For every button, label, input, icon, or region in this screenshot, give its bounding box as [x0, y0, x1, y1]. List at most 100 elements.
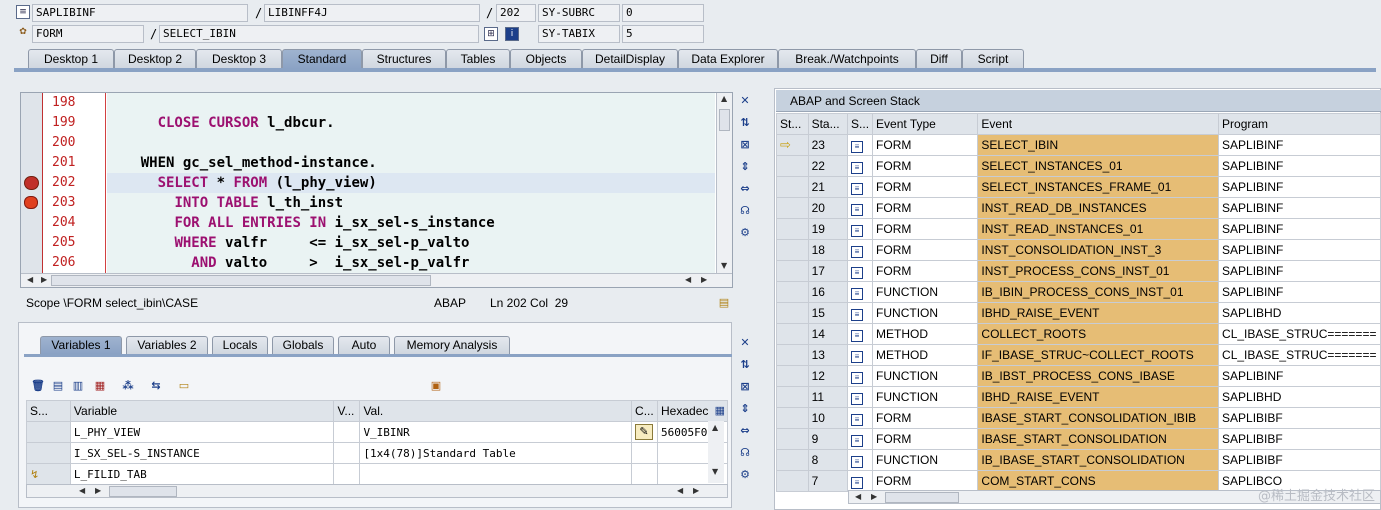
- current-marker-cell[interactable]: [776, 218, 809, 240]
- event-name[interactable]: INST_READ_DB_INSTANCES: [977, 197, 1220, 219]
- current-marker-cell[interactable]: [776, 365, 809, 387]
- source-editor[interactable]: 198 199 200 201 202 203 204 205 206 CLOS…: [20, 92, 733, 288]
- list-add-icon[interactable]: ▥: [70, 379, 86, 393]
- current-marker-cell[interactable]: [776, 407, 809, 429]
- current-marker-cell[interactable]: ⇨: [776, 134, 809, 156]
- tab-objects[interactable]: Objects: [510, 49, 582, 69]
- expand-vertical-icon[interactable]: ⇕: [737, 402, 753, 416]
- save-icon[interactable]: ▣: [428, 379, 444, 393]
- settings-icon[interactable]: ⚙: [737, 468, 753, 482]
- delete-icon[interactable]: 🗑: [30, 379, 46, 393]
- tab-data-explorer[interactable]: Data Explorer: [678, 49, 778, 69]
- info-icon[interactable]: i: [505, 27, 519, 41]
- col-header-event[interactable]: Event: [977, 113, 1220, 135]
- tab-script[interactable]: Script: [962, 49, 1024, 69]
- maximize-icon[interactable]: ⊠: [737, 380, 753, 394]
- stack-row[interactable]: 11 ≡ FUNCTION IBHD_RAISE_EVENT SAPLIBHD: [776, 386, 1381, 408]
- col-header-st[interactable]: St...: [776, 113, 809, 135]
- stack-row[interactable]: 21 ≡ FORM SELECT_INSTANCES_FRAME_01 SAPLIBIN…: [776, 176, 1381, 198]
- stack-row[interactable]: 17 ≡ FORM INST_PROCESS_CONS_INST_01 SAPLIBIN…: [776, 260, 1381, 282]
- maximize-icon[interactable]: ⊠: [737, 138, 753, 152]
- close-icon[interactable]: ✕: [737, 336, 753, 350]
- col-header-event-type[interactable]: Event Type: [872, 113, 979, 135]
- event-name[interactable]: IF_IBASE_STRUC~COLLECT_ROOTS: [977, 344, 1220, 366]
- display-icon[interactable]: ⊞: [484, 27, 498, 41]
- tab-auto[interactable]: Auto: [338, 336, 390, 354]
- current-marker-cell[interactable]: [776, 176, 809, 198]
- col-header-stack-level[interactable]: Sta...: [807, 113, 849, 135]
- tab-diff[interactable]: Diff: [916, 49, 962, 69]
- stack-row[interactable]: 22 ≡ FORM SELECT_INSTANCES_01 SAPLIBINF: [776, 155, 1381, 177]
- editor-horizontal-scrollbar[interactable]: ◀ ▶ ◀ ▶: [21, 273, 732, 287]
- list-icon[interactable]: ▤: [50, 379, 66, 393]
- tab-standard[interactable]: Standard: [282, 49, 362, 69]
- event-name[interactable]: COLLECT_ROOTS: [977, 323, 1220, 345]
- col-header-c[interactable]: C...: [631, 400, 659, 422]
- tab-tables[interactable]: Tables: [446, 49, 510, 69]
- col-header-status[interactable]: S...: [26, 400, 71, 422]
- stack-row[interactable]: 14 ≡ METHOD COLLECT_ROOTS CL_IBASE_STRUC====…: [776, 323, 1381, 345]
- stack-row[interactable]: 10 ≡ FORM IBASE_START_CONSOLIDATION_IBIB SAP…: [776, 407, 1381, 429]
- tool-icon[interactable]: ⇅: [737, 116, 753, 130]
- settings-icon[interactable]: ⚙: [737, 226, 753, 240]
- headset-icon[interactable]: ☊: [737, 446, 753, 460]
- tab-desktop-3[interactable]: Desktop 3: [196, 49, 282, 69]
- stack-row[interactable]: 19 ≡ FORM INST_READ_INSTANCES_01 SAPLIBINF: [776, 218, 1381, 240]
- tab-variables-1[interactable]: Variables 1: [40, 336, 122, 354]
- code-area[interactable]: CLOSE CURSOR l_dbcur. WHEN gc_sel_method…: [107, 93, 715, 275]
- variable-value[interactable]: V_IBINR: [359, 421, 633, 443]
- expand-vertical-icon[interactable]: ⇕: [737, 160, 753, 174]
- note-icon[interactable]: ▤: [716, 296, 732, 310]
- col-header-program[interactable]: Program: [1218, 113, 1381, 135]
- headset-icon[interactable]: ☊: [737, 204, 753, 218]
- stack-row[interactable]: ⇨ 23 ≡ FORM SELECT_IBIN SAPLIBINF: [776, 134, 1381, 156]
- stack-row[interactable]: 9 ≡ FORM IBASE_START_CONSOLIDATION SAPLIBIBF: [776, 428, 1381, 450]
- stack-row[interactable]: 13 ≡ METHOD IF_IBASE_STRUC~COLLECT_ROOTS CL_…: [776, 344, 1381, 366]
- col-header-v[interactable]: V...: [333, 400, 361, 422]
- breakpoint-gutter[interactable]: [21, 93, 43, 275]
- variable-name[interactable]: L_FILID_TAB: [69, 463, 335, 485]
- tab-memory-analysis[interactable]: Memory Analysis: [394, 336, 510, 354]
- variable-name[interactable]: I_SX_SEL-S_INSTANCE: [69, 442, 335, 464]
- col-header-hex[interactable]: Hexadec ▦: [657, 400, 728, 422]
- editor-vertical-scrollbar[interactable]: ▲ ▼: [716, 93, 732, 275]
- table-row[interactable]: ↯ L_FILID_TAB: [26, 463, 728, 485]
- row-status-cell[interactable]: [26, 442, 71, 464]
- variable-value[interactable]: [359, 463, 633, 485]
- variables-horizontal-scrollbar[interactable]: ◀ ▶ ◀ ▶: [26, 484, 728, 498]
- pencil-icon[interactable]: ✎: [635, 424, 654, 440]
- tab-desktop-1[interactable]: Desktop 1: [28, 49, 114, 69]
- list-remove-icon[interactable]: ▦: [92, 379, 108, 393]
- tab-detail-display[interactable]: DetailDisplay: [582, 49, 678, 69]
- close-icon[interactable]: ✕: [737, 94, 753, 108]
- event-name[interactable]: IB_IBST_PROCESS_CONS_IBASE: [977, 365, 1220, 387]
- variable-name[interactable]: L_PHY_VIEW: [69, 421, 335, 443]
- event-name[interactable]: SELECT_INSTANCES_FRAME_01: [977, 176, 1220, 198]
- folder-icon[interactable]: ▭: [176, 379, 192, 393]
- stack-row[interactable]: 8 ≡ FUNCTION IB_IBASE_START_CONSOLIDATION SA…: [776, 449, 1381, 471]
- stack-row[interactable]: 12 ≡ FUNCTION IB_IBST_PROCESS_CONS_IBASE SAP…: [776, 365, 1381, 387]
- tab-break-watchpoints[interactable]: Break./Watchpoints: [778, 49, 916, 69]
- tab-globals[interactable]: Globals: [272, 336, 334, 354]
- table-row[interactable]: L_PHY_VIEW V_IBINR ✎ 56005F0: [26, 421, 728, 443]
- col-header-s[interactable]: S...: [847, 113, 874, 135]
- edit-cell[interactable]: ✎: [631, 421, 659, 443]
- move-icon[interactable]: ⇆: [148, 379, 164, 393]
- tab-variables-2[interactable]: Variables 2: [126, 336, 208, 354]
- event-name[interactable]: IBASE_START_CONSOLIDATION: [977, 428, 1220, 450]
- current-marker-cell[interactable]: [776, 470, 809, 492]
- stack-row[interactable]: 15 ≡ FUNCTION IBHD_RAISE_EVENT SAPLIBHD: [776, 302, 1381, 324]
- event-name[interactable]: INST_READ_INSTANCES_01: [977, 218, 1220, 240]
- tab-structures[interactable]: Structures: [362, 49, 446, 69]
- variables-vertical-scrollbar[interactable]: ▲ ▼: [708, 421, 724, 483]
- current-marker-cell[interactable]: [776, 302, 809, 324]
- event-name[interactable]: COM_START_CONS: [977, 470, 1220, 492]
- table-settings-icon[interactable]: ▦: [715, 404, 725, 417]
- tool-icon[interactable]: ⇅: [737, 358, 753, 372]
- current-marker-cell[interactable]: [776, 386, 809, 408]
- current-marker-cell[interactable]: [776, 428, 809, 450]
- event-name[interactable]: IBHD_RAISE_EVENT: [977, 302, 1220, 324]
- hierarchy-icon[interactable]: ⁂: [120, 379, 136, 393]
- event-name[interactable]: SELECT_INSTANCES_01: [977, 155, 1220, 177]
- variable-value[interactable]: [1x4(78)]Standard Table: [359, 442, 633, 464]
